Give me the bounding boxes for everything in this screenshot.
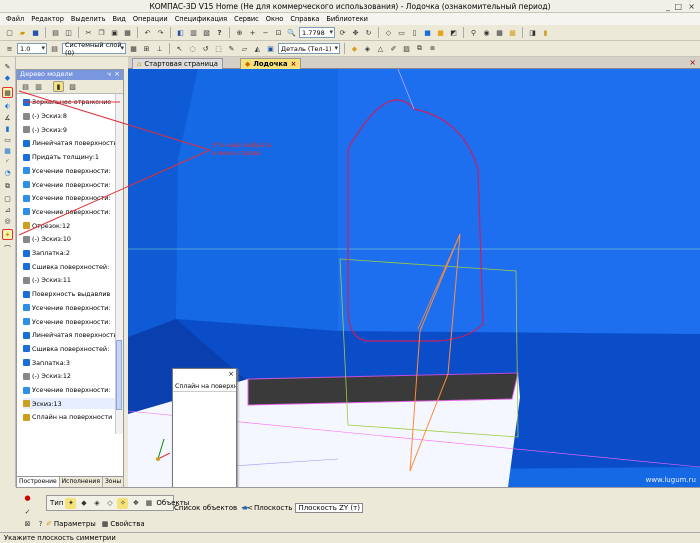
type-label: Тип (50, 499, 64, 507)
create-object-icon[interactable]: ✓ (22, 506, 33, 517)
plane-icon-small: ▰ (242, 503, 249, 512)
objects-icon[interactable]: ▦ (143, 498, 154, 509)
status-hint: Укажите плоскость симметрии (4, 534, 116, 542)
plane-value[interactable]: Плоскость ZY (т) (295, 502, 363, 513)
pin-panel-icon[interactable]: ⊠ (22, 518, 33, 529)
properties-panel: ● ✓ ⊠ ? Тип ✦ ◆ ◈ ◇ ✧ ❖ ▦ Объекты Список… (16, 487, 700, 532)
plane-field[interactable]: ▰ Плоскость Плоскость ZY (т) (240, 502, 363, 513)
panel-help-icon[interactable]: ? (35, 518, 46, 529)
popup-close-icon[interactable]: × (228, 370, 234, 378)
type-option-2-icon[interactable]: ◆ (78, 498, 89, 509)
properties-tab-icon: ▦ (101, 520, 109, 528)
object-list-popup: × Сплайн на поверхност (172, 368, 237, 499)
status-bar: Укажите плоскость симметрии (0, 532, 700, 543)
type-option-4-icon[interactable]: ◇ (104, 498, 115, 509)
type-option-5-icon[interactable]: ✧ (117, 497, 129, 509)
annotation-note: Это надо выбрать в меню справа (212, 142, 272, 157)
tab-properties[interactable]: ▦ Свойства (102, 520, 145, 528)
type-group: Тип ✦ ◆ ◈ ◇ ✧ ❖ ▦ Объекты (46, 495, 189, 511)
tab-parameters[interactable]: ✐ Параметры (46, 520, 96, 528)
type-option-1-icon[interactable]: ✦ (65, 497, 77, 509)
panel-tabs: ✐ Параметры ▦ Свойства (46, 520, 145, 528)
stop-icon[interactable]: ● (22, 492, 33, 503)
type-option-3-icon[interactable]: ◈ (91, 498, 102, 509)
type-option-6-icon[interactable]: ❖ (130, 498, 141, 509)
popup-item[interactable]: Сплайн на поверхност (173, 383, 236, 392)
annotation-overlay (0, 90, 344, 543)
parameters-icon: ✐ (46, 520, 52, 528)
